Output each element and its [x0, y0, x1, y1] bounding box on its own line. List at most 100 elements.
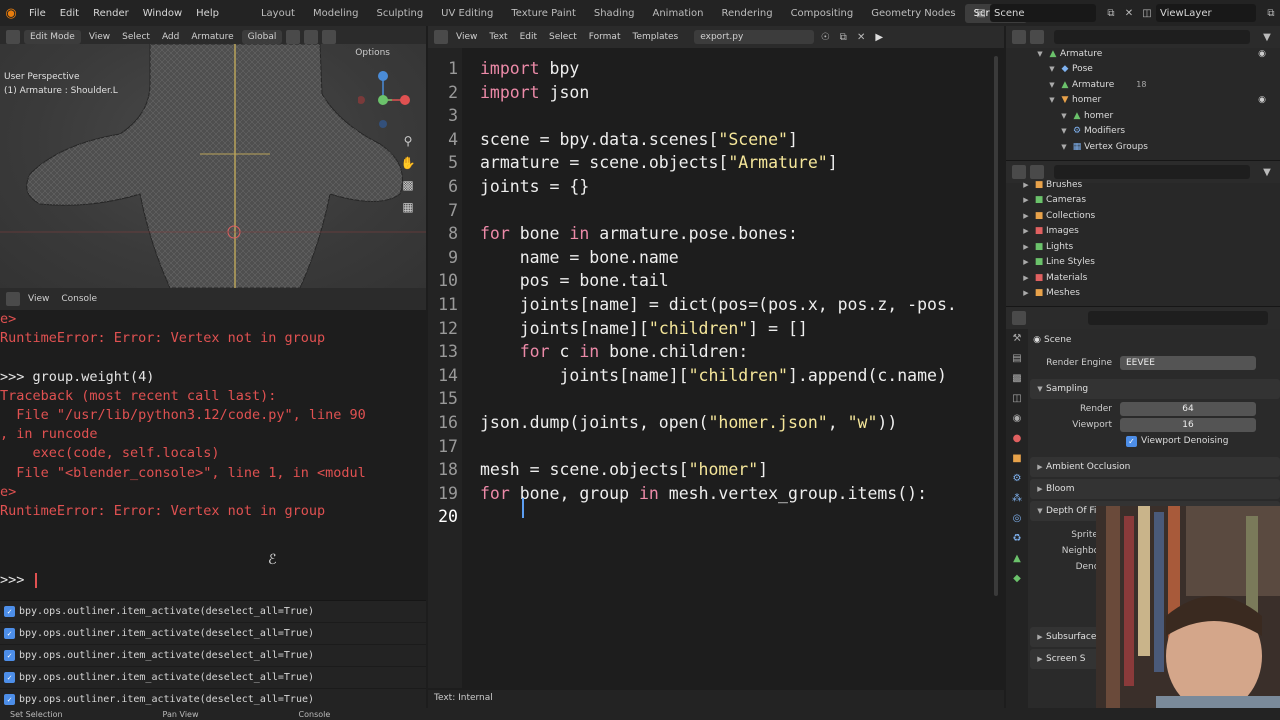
- bone-tab-icon[interactable]: ◆: [1006, 569, 1028, 589]
- proportional-icon[interactable]: [322, 30, 337, 44]
- outliner-editor-icon[interactable]: [1012, 30, 1026, 44]
- console-editor-icon[interactable]: [6, 292, 20, 306]
- menu-file[interactable]: File: [22, 8, 53, 19]
- disclosure-triangle-icon[interactable]: ▼: [1034, 50, 1046, 58]
- grid-icon[interactable]: ▦: [400, 200, 416, 214]
- particles-tab-icon[interactable]: ⁂: [1006, 489, 1028, 509]
- outliner-row[interactable]: ▼ ◆ Pose: [1010, 62, 1276, 78]
- view-layer-tab-icon[interactable]: ◫: [1006, 389, 1028, 409]
- disclosure-triangle-icon[interactable]: ▼: [1058, 127, 1070, 135]
- menu-render[interactable]: Render: [86, 8, 136, 19]
- log-row[interactable]: ✓ bpy.ops.outliner.item_activate(deselect…: [0, 623, 426, 645]
- bloom-section[interactable]: ▶ Bloom: [1030, 479, 1280, 499]
- constraints-tab-icon[interactable]: ♻: [1006, 529, 1028, 549]
- ambient-occlusion-section[interactable]: ▶ Ambient Occlusion: [1030, 457, 1280, 477]
- collapse-triangle-icon[interactable]: ▶: [1020, 258, 1032, 266]
- properties-editor-icon[interactable]: [1012, 311, 1026, 325]
- code-line[interactable]: 9 name = bone.name: [428, 246, 679, 270]
- tab-texture-paint[interactable]: Texture Paint: [502, 4, 585, 23]
- python-console[interactable]: View Console e> RuntimeError: Error: Vert…: [0, 288, 426, 600]
- te-menu-select[interactable]: Select: [543, 32, 583, 42]
- code-line[interactable]: 20: [428, 505, 458, 529]
- scene-tab-icon[interactable]: ◉: [1006, 409, 1028, 429]
- visibility-eye-icon[interactable]: ◉: [1258, 95, 1266, 105]
- output-tab-icon[interactable]: ▩: [1006, 369, 1028, 389]
- tab-rendering[interactable]: Rendering: [712, 4, 781, 23]
- code-line[interactable]: 15: [428, 387, 458, 411]
- collapse-triangle-icon[interactable]: ▶: [1020, 212, 1032, 220]
- text-file-selector[interactable]: export.py: [694, 30, 815, 44]
- object-tab-icon[interactable]: ■: [1006, 449, 1028, 469]
- text-editor-type-icon[interactable]: [434, 30, 448, 44]
- viewport-denoising-row[interactable]: ✓ Viewport Denoising: [1030, 433, 1280, 449]
- delete-scene-icon[interactable]: ✕: [1120, 8, 1138, 19]
- pivot-icon[interactable]: [286, 30, 301, 44]
- pan-hand-icon[interactable]: ✋: [400, 156, 416, 170]
- outliner-row[interactable]: ▼ ▲ Armature 18: [1010, 77, 1276, 93]
- datablock-row[interactable]: ▶ ■ Meshes: [1020, 286, 1276, 302]
- mode-selector[interactable]: Edit Mode: [24, 30, 81, 44]
- new-text-icon[interactable]: ⧉: [834, 32, 852, 43]
- filter-icon[interactable]: ▼: [1258, 32, 1276, 43]
- viewport-menu-view[interactable]: View: [83, 32, 116, 42]
- datablocks-filter-icon[interactable]: ▼: [1258, 167, 1276, 178]
- code-line[interactable]: 6 joints = {}: [428, 175, 589, 199]
- console-menu-console[interactable]: Console: [55, 294, 103, 304]
- editor-type-icon[interactable]: [6, 30, 20, 44]
- code-line[interactable]: 16 json.dump(joints, open("homer.json", "…: [428, 411, 897, 435]
- code-line[interactable]: 18 mesh = scene.objects["homer"]: [428, 458, 768, 482]
- view-layer-selector[interactable]: ViewLayer: [1156, 4, 1256, 22]
- disclosure-triangle-icon[interactable]: ▼: [1046, 81, 1058, 89]
- outliner-row[interactable]: ▼ ▼ homer ◉: [1010, 93, 1276, 109]
- code-line[interactable]: 2 import json: [428, 81, 589, 105]
- log-row[interactable]: ✓ bpy.ops.outliner.item_activate(deselect…: [0, 601, 426, 623]
- menu-window[interactable]: Window: [136, 8, 189, 19]
- code-area[interactable]: 1 import bpy 2 import json 3 4 scene = bpy.dat…: [428, 57, 957, 529]
- display-mode-icon[interactable]: [1030, 30, 1044, 44]
- copy-scene-icon[interactable]: ⧉: [1102, 8, 1120, 19]
- code-line[interactable]: 17: [428, 435, 458, 459]
- modifier-tab-icon[interactable]: ⚙: [1006, 469, 1028, 489]
- collapse-triangle-icon[interactable]: ▶: [1020, 196, 1032, 204]
- viewport-options[interactable]: Options: [355, 48, 390, 58]
- outliner-search-input[interactable]: [1054, 30, 1250, 44]
- code-line[interactable]: 7: [428, 199, 458, 223]
- log-row[interactable]: ✓ bpy.ops.outliner.item_activate(deselect…: [0, 645, 426, 667]
- tab-layout[interactable]: Layout: [252, 4, 304, 23]
- render-samples-field[interactable]: 64: [1120, 402, 1256, 416]
- code-line[interactable]: 5 armature = scene.objects["Armature"]: [428, 151, 838, 175]
- outliner-row[interactable]: ▼ ▲ Armature ◉: [1010, 46, 1276, 62]
- log-row[interactable]: ✓ bpy.ops.outliner.item_activate(deselect…: [0, 689, 426, 708]
- code-line[interactable]: 8 for bone in armature.pose.bones:: [428, 222, 798, 246]
- disclosure-triangle-icon[interactable]: ▼: [1046, 96, 1058, 104]
- code-line[interactable]: 1 import bpy: [428, 57, 579, 81]
- outliner-row[interactable]: ▼ ⚙ Modifiers: [1010, 124, 1276, 140]
- snap-icon[interactable]: [304, 30, 319, 44]
- viewport-samples-field[interactable]: 16: [1120, 418, 1256, 432]
- te-menu-templates[interactable]: Templates: [626, 32, 684, 42]
- run-script-icon[interactable]: ▶: [870, 32, 888, 43]
- datablock-row[interactable]: ▶ ■ Lights: [1020, 239, 1276, 255]
- sampling-section[interactable]: ▼ Sampling: [1030, 379, 1280, 399]
- datablock-row[interactable]: ▶ ■ Cameras: [1020, 193, 1276, 209]
- tool-tab-icon[interactable]: ⚒: [1006, 329, 1028, 349]
- collapse-triangle-icon[interactable]: ▶: [1020, 243, 1032, 251]
- collapse-triangle-icon[interactable]: ▶: [1020, 227, 1032, 235]
- render-tab-icon[interactable]: ▤: [1006, 349, 1028, 369]
- tab-modeling[interactable]: Modeling: [304, 4, 368, 23]
- code-line[interactable]: 11 joints[name] = dict(pos=(pos.x, pos.z…: [428, 293, 957, 317]
- tab-compositing[interactable]: Compositing: [782, 4, 863, 23]
- unlink-text-icon[interactable]: ✕: [852, 32, 870, 43]
- text-editor[interactable]: View Text Edit Select Format Templates e…: [428, 26, 1004, 708]
- outliner-row[interactable]: ▼ ▲ homer: [1010, 108, 1276, 124]
- datablock-row[interactable]: ▶ ■ Materials: [1020, 270, 1276, 286]
- collapse-triangle-icon[interactable]: ▶: [1020, 181, 1032, 189]
- tab-shading[interactable]: Shading: [585, 4, 644, 23]
- code-line[interactable]: 3: [428, 104, 458, 128]
- tab-geometry-nodes[interactable]: Geometry Nodes: [862, 4, 964, 23]
- fake-user-icon[interactable]: ☉: [816, 32, 834, 43]
- transform-orientation[interactable]: Global: [241, 30, 283, 44]
- text-scrollbar[interactable]: [994, 56, 998, 596]
- outliner-row[interactable]: ▼ ▦ Vertex Groups: [1010, 139, 1276, 155]
- te-menu-view[interactable]: View: [450, 32, 483, 42]
